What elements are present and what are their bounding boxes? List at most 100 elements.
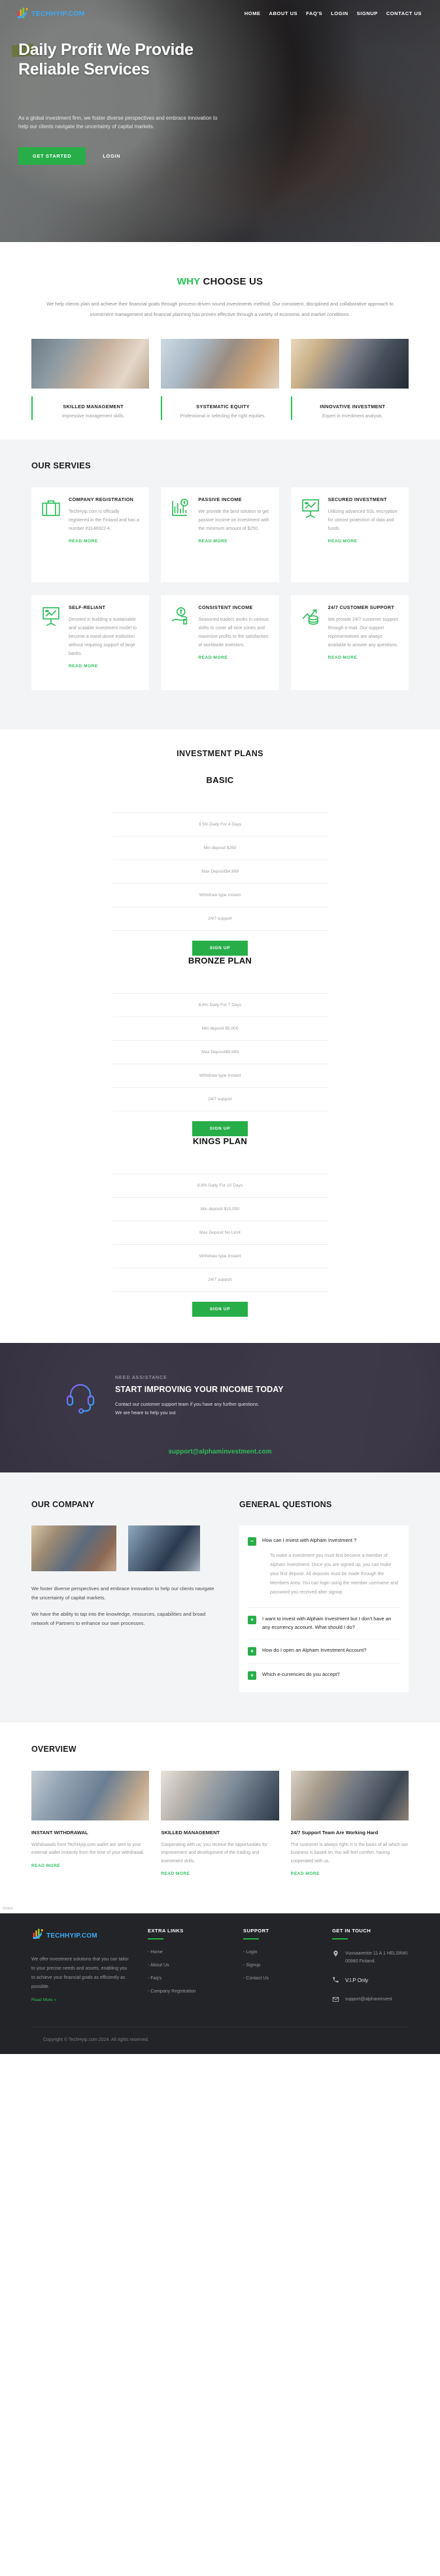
service-read-more-link[interactable]: READ MORE [328,655,358,660]
plan-signup-button[interactable]: SIGN UP [192,941,248,956]
why-card-desc: Professional in selecting the right equi… [180,414,266,419]
overview-read-more-link[interactable]: READ MORE [291,1871,320,1876]
plan-name: KINGS PLAN [192,1136,248,1147]
service-read-more-link[interactable]: READ MORE [69,539,98,544]
why-card: SKILLED MANAGEMENT Impressive management… [31,339,150,421]
plan-feature-row: 24/7 support [112,1268,328,1293]
hero-login-button[interactable]: LOGIN [100,147,123,165]
service-read-more-link[interactable]: READ MORE [69,664,98,669]
bar-chart-logo-icon [31,1928,44,1944]
cta-banner-section: NEED ASSISTANCE START IMPROVING YOUR INC… [0,1343,440,1473]
faq-item[interactable]: + I want to invest with Alpham Investmen… [248,1612,400,1635]
plan-signup-button[interactable]: SIGN UP [192,1121,248,1137]
footer-logo-text: TECHHYIP.COM [46,1932,97,1940]
overview-read-more-link[interactable]: READ MORE [161,1871,190,1876]
faq-item[interactable]: + Which e-currencies do you accept? [248,1667,400,1683]
faq-accordion: − How can I invest with Alpham Investmen… [239,1525,409,1693]
faq-divider [248,1607,400,1609]
nav-item-about-us[interactable]: ABOUT US [269,10,297,16]
plus-icon[interactable]: + [248,1647,256,1656]
plan-feature-row: 3.5% Daily For 4 Days [112,812,328,836]
faq-question: Which e-currencies do you accept? [262,1671,340,1678]
why-title-highlight: WHY [177,276,201,287]
nav-item-signup[interactable]: SIGNUP [357,10,378,16]
plan-name: BRONZE PLAN [188,956,252,966]
site-header: TECHHYIP.COM HOME ABOUT US FAQ'S LOGIN S… [0,0,440,20]
footer-heading-rule [243,1938,259,1940]
plus-icon[interactable]: + [248,1616,256,1625]
footer-link-home[interactable]: - Home [148,1950,226,1955]
service-desc: We provide the best solution to get pass… [198,509,269,531]
nav-item-home[interactable]: HOME [245,10,261,16]
service-title: CONSISTENT INCOME [198,604,253,611]
plan-feature-row: Max Deposit No Limit [112,1221,328,1244]
cta-description-line-1: Contact our customer support team if you… [115,1401,260,1408]
hero-section: TECHHYIP.COM HOME ABOUT US FAQ'S LOGIN S… [0,0,440,242]
plan-feature-row: Withdraw type Instant [112,1064,328,1087]
plus-icon[interactable]: + [248,1671,256,1680]
why-choose-us-description: We help clients plan and achieve their f… [46,301,394,317]
site-logo[interactable]: TECHHYIP.COM [16,7,85,20]
service-title: SELF-RELIANT [69,604,106,611]
footer-phone: V.I.P Only [332,1976,409,1985]
overview-read-more-link[interactable]: READ MORE [31,1864,60,1868]
cta-support-email-link[interactable]: support@alphaminvestment.com [0,1448,440,1455]
nav-item-contact-us[interactable]: CONTACT US [386,10,422,16]
notes-label: Notes [3,1906,13,1911]
plan-signup-button[interactable]: SIGN UP [192,1302,248,1317]
plan-feature-row: Withdraw type Instant [112,883,328,907]
plan-feature-row: Min deposit $10,000 [112,1197,328,1221]
footer-link-faqs[interactable]: - Faq's [148,1976,226,1981]
page-root: TECHHYIP.COM HOME ABOUT US FAQ'S LOGIN S… [0,0,440,2054]
why-card-image [31,339,150,389]
overview-card-image [290,1771,409,1821]
cta-kicker: NEED ASSISTANCE [115,1376,167,1381]
footer-address-text: Vuosaarentie 11 A 1 HELSINKI 00980 Finla… [345,1951,408,1964]
footer-email: support@alphaminvest [332,1996,409,2004]
plan-feature-row: Min deposit $5,000 [112,1017,328,1040]
footer-link-company-registration[interactable]: - Company Registration [148,1989,226,1994]
why-choose-us-title: WHY CHOOSE US [0,276,440,287]
footer-link-signup[interactable]: - Signup [243,1963,315,1968]
our-company-paragraph-1: We foster diverse perspectives and embra… [31,1586,214,1601]
envelope-icon [332,1996,339,2003]
overview-card-desc: Cooperating with us, you receive the opp… [161,1842,268,1864]
site-footer: TECHHYIP.COM We offer investment solutio… [0,1913,440,2054]
service-read-more-link[interactable]: READ MORE [328,539,358,544]
overview-section: OVERVIEW INSTANT WITHDRAWAL Withdrawals … [0,1722,440,1907]
footer-read-more-link[interactable]: Read More » [31,1998,56,2002]
get-started-button[interactable]: GET STARTED [18,147,86,165]
footer-extra-links-column: EXTRA LINKS - Home - About Us - Faq's - … [148,1928,226,2015]
plan-name: BASIC [206,775,234,786]
footer-phone-text: V.I.P Only [345,1977,369,1984]
cta-title: START IMPROVING YOUR INCOME TODAY [115,1385,284,1395]
footer-link-about-us[interactable]: - About Us [148,1963,226,1968]
why-card: INNOVATIVE INVESTMENT Expert in investme… [290,339,409,421]
service-read-more-link[interactable]: READ MORE [198,655,228,660]
footer-link-contact-us[interactable]: - Contact Us [243,1976,315,1981]
overview-card-image [161,1771,279,1821]
footer-email-text[interactable]: support@alphaminvest [345,1996,392,2004]
nav-item-login[interactable]: LOGIN [331,10,348,16]
nav-item-faqs[interactable]: FAQ'S [306,10,322,16]
faq-item[interactable]: − How can I invest with Alpham Investmen… [248,1533,400,1603]
services-grid: COMPANY REGISTRATION TechHyip.com is off… [31,487,409,691]
footer-link-login[interactable]: - Login [243,1950,315,1955]
footer-support-heading: SUPPORT [243,1927,269,1934]
faq-item[interactable]: + How do I open an Alpham Investment Acc… [248,1643,400,1659]
service-read-more-link[interactable]: READ MORE [198,539,228,544]
footer-address: Vuosaarentie 11 A 1 HELSINKI 00980 Finla… [332,1950,409,1966]
service-card: 24/7 CUSTOMER SUPPORT We provide 24/7 cu… [290,595,409,691]
why-choose-us-section: WHY CHOOSE US We help clients plan and a… [0,242,440,440]
footer-heading-rule [332,1938,348,1940]
footer-logo[interactable]: TECHHYIP.COM [31,1928,131,1944]
service-desc: Devoted in building a sustainable and sc… [69,617,137,656]
faq-question: How can I invest with Alpham Investment … [262,1537,357,1544]
service-card: COMPANY REGISTRATION TechHyip.com is off… [31,487,150,583]
overview-card: 24/7 Support Team Are Working Hard The c… [290,1771,409,1878]
plan-feature-row: 24/7 support [112,1087,328,1112]
footer-extra-links-heading: EXTRA LINKS [148,1927,184,1934]
minus-icon[interactable]: − [248,1537,256,1546]
overview-card-desc: Withdrawals from TechHyip.com wallet are… [31,1842,144,1856]
footer-about-text: We offer investment solutions that you c… [31,1957,129,1989]
